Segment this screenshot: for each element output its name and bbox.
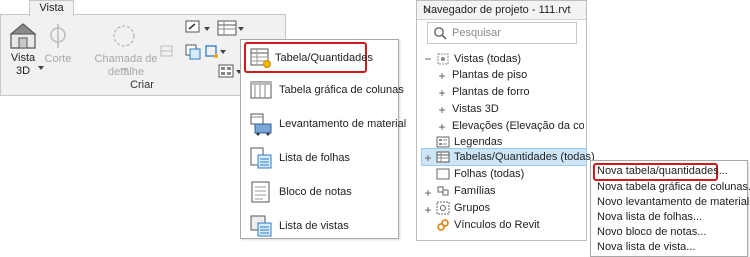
search-placeholder: Pesquisar <box>452 27 501 39</box>
tree-item-label: Plantas de piso <box>452 69 528 81</box>
callout-dropdown-icon[interactable] <box>122 68 128 72</box>
view-list-icon <box>250 215 272 237</box>
tree-item-sheets[interactable]: Folhas (todas) <box>436 166 524 182</box>
tree-item-ceiling-plans[interactable]: Plantas de forro <box>452 84 530 100</box>
menu-item-material-takeoff[interactable]: Levantamento de material <box>249 110 406 138</box>
menu-item-label: Lista de vistas <box>279 220 349 232</box>
section-label: Corte <box>44 53 72 65</box>
view-3d-label: Vista 3D <box>10 52 36 77</box>
scope-dropdown-icon[interactable] <box>220 50 226 54</box>
view-3d-button[interactable]: Vista 3D <box>6 22 44 80</box>
section-icon <box>50 24 66 48</box>
menu-item-label: Levantamento de material <box>279 118 407 130</box>
plan-region-icon[interactable] <box>160 44 174 58</box>
note-block-icon <box>251 181 270 203</box>
tree-item-label: Legendas <box>454 136 503 148</box>
callout-label: Chamada de detalhe <box>94 53 158 78</box>
tree-item-label: Folhas (todas) <box>454 168 525 180</box>
tree-expander[interactable]: + <box>438 69 446 83</box>
context-menu-item-new-note-block[interactable]: Novo bloco de notas... <box>597 226 706 238</box>
menu-item-graphical-column-schedule[interactable]: Tabela gráfica de colunas <box>249 76 404 104</box>
tree-item-label: Famílias <box>454 185 496 197</box>
tree-item-label: Vínculos do Revit <box>454 219 540 231</box>
tree-item-legends[interactable]: Legendas <box>436 134 502 150</box>
tree-item-elevations[interactable]: Elevações (Elevação da constr <box>452 118 584 134</box>
graphical-column-schedule-icon <box>250 81 272 99</box>
schedule-quantities-icon <box>250 48 271 68</box>
menu-item-label: Bloco de notas <box>279 186 352 198</box>
views-icon <box>437 53 449 65</box>
drafting-dropdown-icon[interactable] <box>204 27 210 31</box>
menu-item-schedule-quantities[interactable]: Tabela/Quantidades <box>244 42 373 73</box>
tree-expander[interactable]: + <box>438 120 446 134</box>
tree-item-floor-plans[interactable]: Plantas de piso <box>452 67 527 83</box>
tree-item-families[interactable]: Famílias <box>436 183 496 199</box>
tree-expander[interactable]: + <box>424 186 432 200</box>
schedule-table-icon <box>436 151 450 163</box>
tree-expander[interactable]: + <box>438 86 446 100</box>
schedules-dropdown-icon[interactable] <box>238 27 244 31</box>
tree-expander[interactable]: + <box>438 103 446 117</box>
callout-icon <box>113 25 135 47</box>
tree-item-views[interactable]: Vistas (todas) <box>436 51 521 67</box>
tab-vista[interactable]: Vista <box>29 0 74 16</box>
menu-item-sheet-list[interactable]: Lista de folhas <box>249 144 397 172</box>
menu-item-note-block[interactable]: Bloco de notas <box>249 178 397 206</box>
drafting-view-icon[interactable] <box>185 20 201 34</box>
tree-item-label: Vistas 3D <box>452 103 499 115</box>
tree-item-revit-links[interactable]: Vínculos do Revit <box>436 217 540 233</box>
sheet-composition-icon[interactable] <box>218 64 234 78</box>
tree-item-label: Vistas (todas) <box>454 53 522 65</box>
tree-item-3d-views[interactable]: Vistas 3D <box>452 101 499 117</box>
duplicate-view-icon[interactable] <box>185 44 201 60</box>
scope-box-icon[interactable] <box>204 44 218 58</box>
context-menu-item-new-view-list[interactable]: Nova lista de vista... <box>597 241 695 253</box>
context-menu-item-new-schedule[interactable]: Nova tabela/quantidades... <box>597 165 728 177</box>
tree-item-groups[interactable]: Grupos <box>436 200 490 216</box>
search-input[interactable]: Pesquisar <box>427 22 577 44</box>
groups-icon <box>436 201 450 215</box>
tree-item-label: Plantas de forro <box>452 86 530 98</box>
sheet-list-icon <box>250 147 272 169</box>
tree-expander[interactable]: + <box>424 203 432 217</box>
legends-icon <box>436 136 450 148</box>
menu-item-label: Lista de folhas <box>279 152 350 164</box>
house-3d-icon <box>9 23 37 49</box>
project-browser-titlebar: Navegador de projeto - 111.rvt ✕ <box>417 1 586 20</box>
link-icon <box>437 219 449 231</box>
tree-expander[interactable]: + <box>424 151 432 165</box>
sheets-icon <box>436 168 450 180</box>
tree-item-label: Grupos <box>454 202 491 214</box>
context-menu-item-new-material-takeoff[interactable]: Novo levantamento de material... <box>597 196 750 208</box>
schedules-dropdown-menu: Tabela/Quantidades Tabela gráfica de col… <box>240 39 406 240</box>
tree-item-label: Elevações (Elevação da constr <box>452 120 584 132</box>
tree-expander[interactable]: − <box>424 52 432 66</box>
menu-item-label: Tabela gráfica de colunas <box>279 84 404 96</box>
context-menu-item-new-sheet-list[interactable]: Nova lista de folhas... <box>597 211 702 223</box>
search-icon <box>434 27 447 40</box>
callout-button[interactable]: Chamada de detalhe <box>80 22 172 78</box>
close-icon[interactable]: ✕ <box>423 4 582 17</box>
tab-vista-label: Vista <box>39 2 64 14</box>
material-takeoff-icon <box>250 113 272 136</box>
context-menu: Nova tabela/quantidades... Nova tabela g… <box>590 160 750 257</box>
section-button[interactable]: Corte <box>42 22 74 67</box>
families-icon <box>437 186 449 196</box>
menu-item-view-list[interactable]: Lista de vistas <box>249 212 397 240</box>
menu-item-label: Tabela/Quantidades <box>275 51 373 64</box>
tree-item-schedules[interactable]: Tabelas/Quantidades (todas) <box>436 149 595 165</box>
tree-item-label: Tabelas/Quantidades (todas) <box>454 151 595 163</box>
context-menu-item-new-graphical-column-schedule[interactable]: Nova tabela gráfica de colunas... <box>597 181 750 193</box>
schedules-button-icon[interactable] <box>217 20 237 36</box>
